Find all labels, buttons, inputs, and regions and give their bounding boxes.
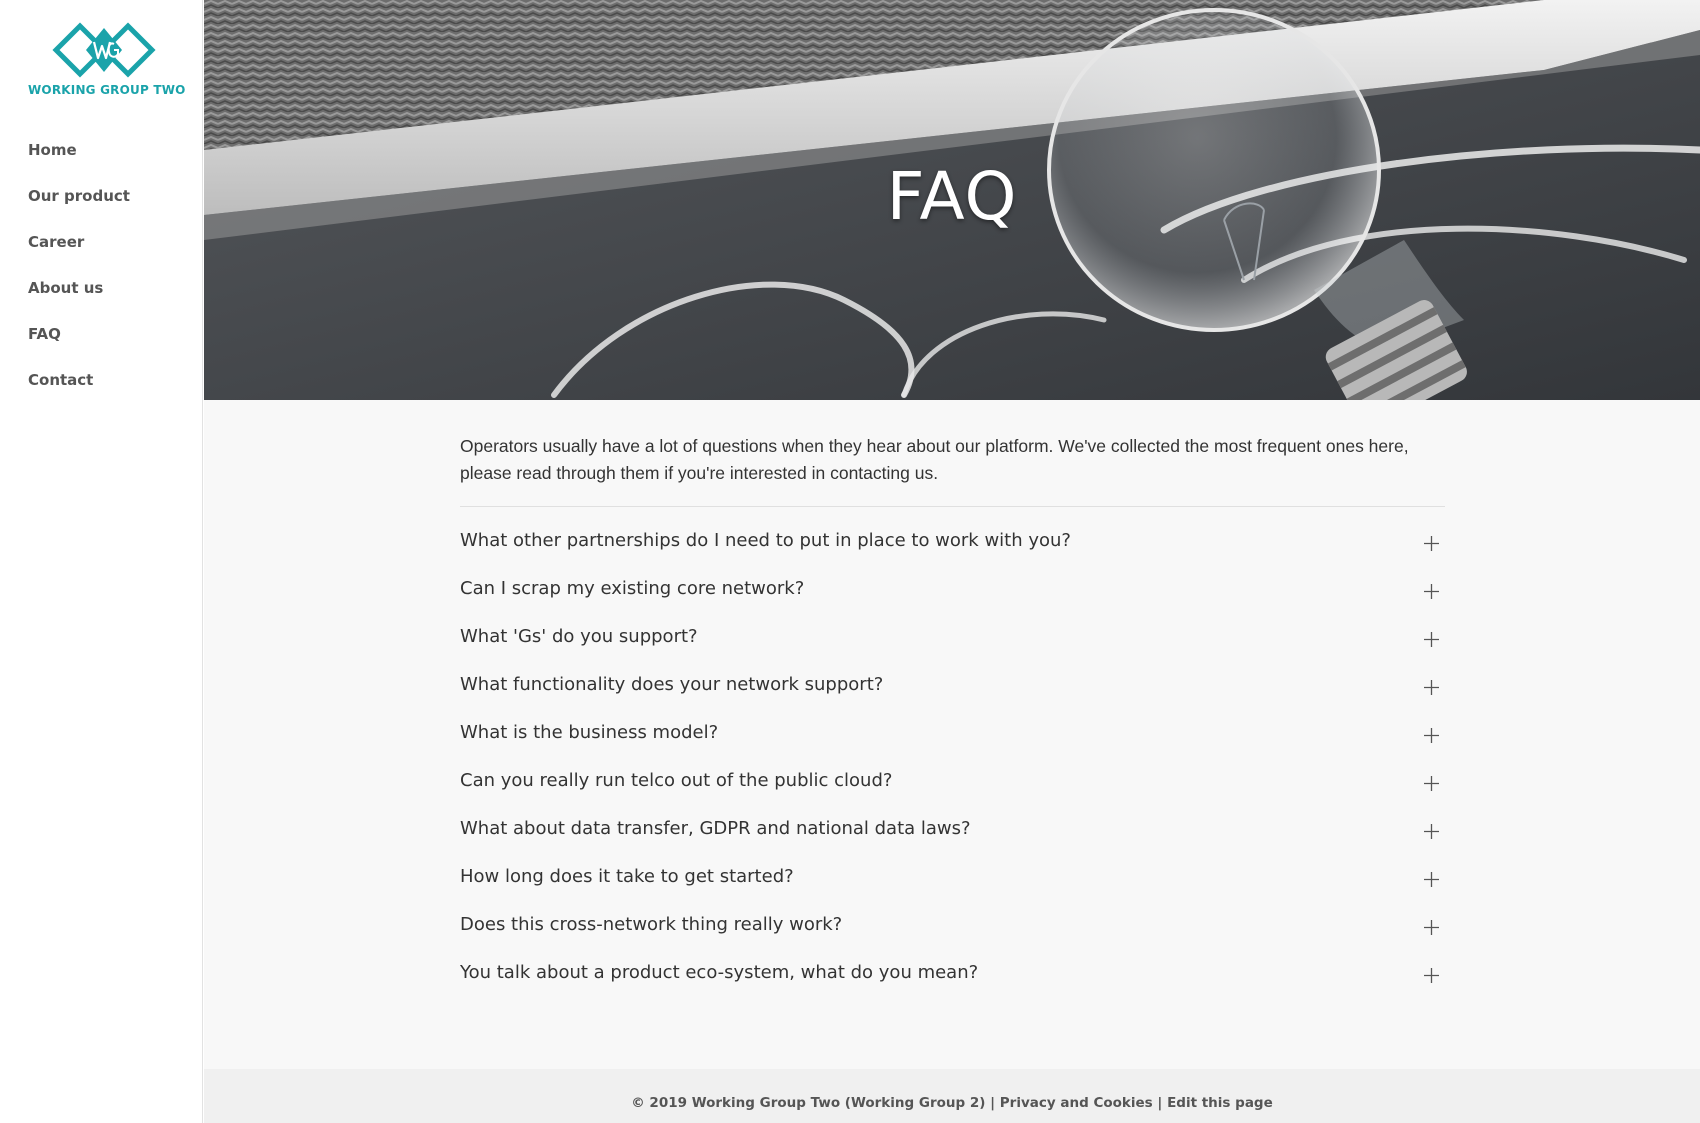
privacy-link[interactable]: Privacy and Cookies	[1000, 1095, 1153, 1111]
faq-question[interactable]: How long does it take to get started?	[460, 866, 794, 887]
faq-item[interactable]: What functionality does your network sup…	[460, 664, 1445, 712]
plus-icon[interactable]	[1424, 920, 1439, 935]
sidebar-item-home[interactable]: Home	[28, 138, 130, 184]
sidebar-nav: Home Our product Career About us FAQ Con…	[28, 138, 130, 414]
faq-question[interactable]: What is the business model?	[460, 722, 718, 743]
plus-icon[interactable]	[1424, 680, 1439, 695]
faq-question[interactable]: What 'Gs' do you support?	[460, 626, 698, 647]
faq-item[interactable]: What is the business model?	[460, 712, 1445, 760]
plus-icon[interactable]	[1424, 776, 1439, 791]
plus-icon[interactable]	[1424, 872, 1439, 887]
page-title: FAQ	[886, 158, 1018, 235]
intro-text: Operators usually have a lot of question…	[460, 436, 1409, 483]
sidebar-item-faq[interactable]: FAQ	[28, 322, 130, 368]
faq-question[interactable]: Can I scrap my existing core network?	[460, 578, 804, 599]
faq-question[interactable]: You talk about a product eco-system, wha…	[460, 962, 978, 983]
faq-question[interactable]: Can you really run telco out of the publ…	[460, 770, 892, 791]
faq-item[interactable]: You talk about a product eco-system, wha…	[460, 952, 1445, 1000]
divider	[460, 506, 1445, 507]
plus-icon[interactable]	[1424, 536, 1439, 551]
copyright-text: © 2019 Working Group Two (Working Group …	[631, 1095, 986, 1111]
faq-item[interactable]: Does this cross-network thing really wor…	[460, 904, 1445, 952]
faq-item[interactable]: What 'Gs' do you support?	[460, 616, 1445, 664]
faq-question[interactable]: What functionality does your network sup…	[460, 674, 883, 695]
plus-icon[interactable]	[1424, 824, 1439, 839]
footer-separator: |	[1157, 1095, 1163, 1111]
plus-icon[interactable]	[1424, 584, 1439, 599]
faq-item[interactable]: What about data transfer, GDPR and natio…	[460, 808, 1445, 856]
plus-icon[interactable]	[1424, 968, 1439, 983]
hero-banner: FAQ	[204, 0, 1700, 400]
faq-question[interactable]: Does this cross-network thing really wor…	[460, 914, 842, 935]
faq-list: What other partnerships do I need to put…	[460, 520, 1445, 1000]
faq-item[interactable]: Can I scrap my existing core network?	[460, 568, 1445, 616]
plus-icon[interactable]	[1424, 728, 1439, 743]
wg-diamond-logo-icon	[52, 22, 156, 78]
faq-question[interactable]: What about data transfer, GDPR and natio…	[460, 818, 971, 839]
sidebar: WORKING GROUP TWO Home Our product Caree…	[0, 0, 203, 1123]
footer-separator: |	[990, 1095, 996, 1111]
footer: © 2019 Working Group Two (Working Group …	[204, 1069, 1700, 1123]
main-content: Operators usually have a lot of question…	[204, 400, 1700, 1069]
faq-item[interactable]: Can you really run telco out of the publ…	[460, 760, 1445, 808]
sidebar-item-contact[interactable]: Contact	[28, 368, 130, 414]
plus-icon[interactable]	[1424, 632, 1439, 647]
faq-item[interactable]: How long does it take to get started?	[460, 856, 1445, 904]
edit-page-link[interactable]: Edit this page	[1167, 1095, 1273, 1111]
faq-item[interactable]: What other partnerships do I need to put…	[460, 520, 1445, 568]
logo[interactable]: WORKING GROUP TWO	[28, 22, 186, 98]
sidebar-item-career[interactable]: Career	[28, 230, 130, 276]
logo-text: WORKING GROUP TWO	[28, 83, 186, 97]
sidebar-item-about-us[interactable]: About us	[28, 276, 130, 322]
sidebar-item-our-product[interactable]: Our product	[28, 184, 130, 230]
footer-line: © 2019 Working Group Two (Working Group …	[204, 1095, 1700, 1111]
faq-question[interactable]: What other partnerships do I need to put…	[460, 530, 1071, 551]
